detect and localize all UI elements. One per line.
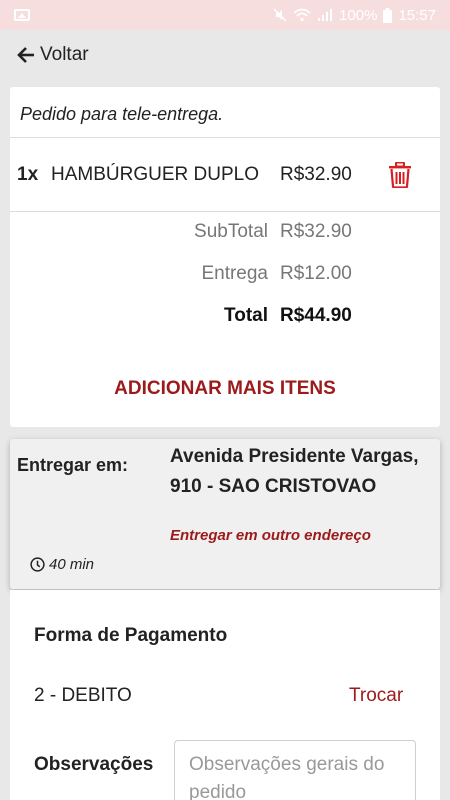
- status-right: 100% 15:57: [273, 7, 436, 24]
- arrow-left-icon: [17, 47, 34, 63]
- order-item-row: 1x HAMBÚRGUER DUPLO R$32.90: [10, 139, 440, 211]
- signal-icon: [318, 9, 333, 21]
- delivery-address-card: Entregar em: Avenida Presidente Vargas, …: [10, 439, 440, 589]
- change-payment-button[interactable]: Trocar: [349, 685, 403, 707]
- address-line-1: Avenida Presidente Vargas,: [170, 446, 419, 467]
- item-quantity: 1x: [17, 164, 39, 185]
- deliver-to-label: Entregar em:: [17, 455, 129, 475]
- clock-icon: [30, 557, 45, 572]
- order-card: Pedido para tele-entrega. 1x HAMBÚRGUER …: [10, 87, 440, 427]
- add-more-items-button[interactable]: ADICIONAR MAIS ITENS: [10, 378, 440, 400]
- subtotal-label: SubTotal: [194, 221, 268, 242]
- subtotal-row: SubTotal R$32.90: [10, 221, 440, 251]
- clock-time: 15:57: [398, 6, 436, 24]
- delivery-address: Avenida Presidente Vargas, 910 - SAO CRI…: [170, 442, 432, 502]
- item-name: HAMBÚRGUER DUPLO: [51, 164, 259, 185]
- payment-panel: Forma de Pagamento 2 - DEBITO Trocar Obs…: [10, 590, 440, 800]
- gallery-notification-icon: [14, 9, 30, 21]
- total-label: Total: [224, 305, 268, 326]
- observations-input[interactable]: [174, 740, 416, 800]
- payment-method: 2 - DEBITO: [34, 685, 132, 706]
- battery-icon: [383, 7, 393, 23]
- address-line-2: 910 - SAO CRISTOVAO: [170, 476, 377, 497]
- subtotal-value: R$32.90: [280, 221, 352, 242]
- divider: [10, 137, 440, 138]
- eta-text: 40 min: [49, 556, 95, 573]
- payment-title: Forma de Pagamento: [34, 625, 228, 646]
- item-price: R$32.90: [280, 164, 352, 185]
- back-label: Voltar: [40, 44, 89, 65]
- mute-icon: [273, 8, 287, 22]
- total-value: R$44.90: [280, 305, 352, 326]
- top-bar: Voltar: [0, 30, 450, 80]
- status-left: [14, 9, 30, 21]
- other-address-link[interactable]: Entregar em outro endereço: [170, 527, 371, 544]
- status-bar: 100% 15:57: [0, 0, 450, 30]
- back-button[interactable]: Voltar: [16, 44, 89, 66]
- delivery-fee-value: R$12.00: [280, 263, 352, 284]
- total-row: Total R$44.90: [10, 305, 440, 335]
- delivery-fee-row: Entrega R$12.00: [10, 263, 440, 293]
- wifi-icon: [293, 8, 311, 22]
- observations-label: Observações: [34, 754, 154, 775]
- divider: [10, 211, 440, 212]
- trash-icon[interactable]: [388, 162, 412, 188]
- order-type: Pedido para tele-entrega.: [20, 104, 224, 124]
- delivery-eta: 40 min: [30, 556, 94, 573]
- delivery-fee-label: Entrega: [201, 263, 268, 284]
- screen: Voltar Pedido para tele-entrega. 1x HAMB…: [0, 30, 450, 800]
- battery-percent: 100%: [339, 6, 378, 24]
